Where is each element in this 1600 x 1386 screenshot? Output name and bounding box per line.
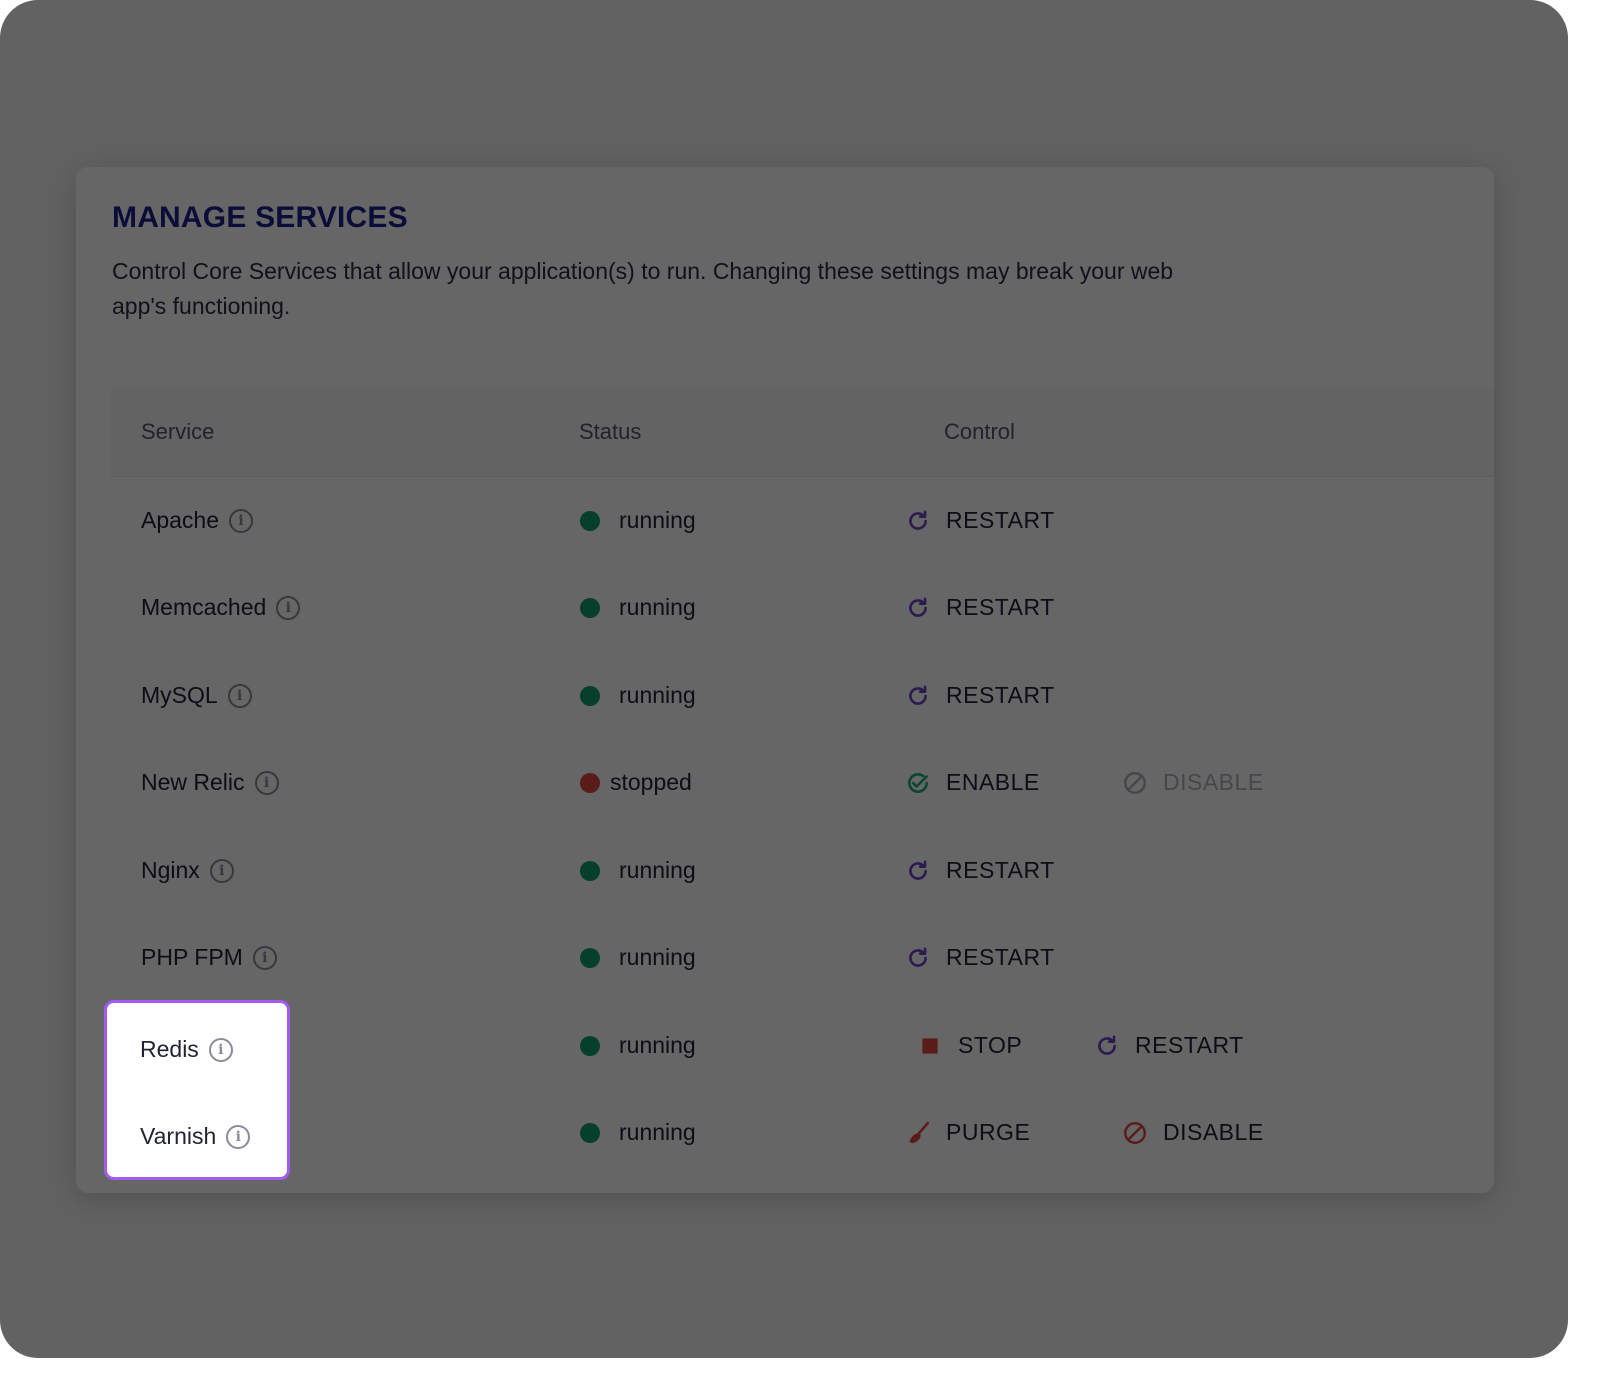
status-dot [580,685,600,706]
check-circle-icon [905,770,931,796]
table-row: New Relic i stopped ENABLE DISABLE [111,739,1494,826]
page-title: MANAGE SERVICES [112,201,408,234]
screen-frame: MANAGE SERVICES Control Core Services th… [0,0,1568,1358]
restart-label: RESTART [946,682,1055,708]
restart-label: RESTART [946,594,1055,620]
status-cell: running [580,682,696,709]
info-icon[interactable]: i [229,508,254,533]
service-name-label: Varnish [140,1123,217,1149]
page-subtitle: Control Core Services that allow your ap… [112,258,1174,319]
service-name-label: New Relic [141,769,245,795]
service-name-label: PHP FPM [141,944,243,970]
table-row: Memcached i running RESTART [111,564,1494,651]
status-label: running [619,1119,696,1145]
info-icon[interactable]: i [209,858,234,883]
restart-icon [905,858,931,884]
stop-icon [917,1033,943,1059]
restart-icon [905,595,931,621]
column-header-status: Status [579,419,642,444]
broom-icon [905,1120,931,1146]
restart-label: RESTART [1135,1032,1244,1058]
info-icon[interactable]: i [227,683,252,708]
restart-label: RESTART [946,857,1055,883]
service-name-label: Memcached [141,594,267,620]
status-label: running [619,507,696,533]
restart-button[interactable]: RESTART [905,857,1055,884]
stop-label: STOP [958,1032,1023,1058]
status-label: running [619,857,696,883]
restart-label: RESTART [946,507,1055,533]
service-name: Apache i [141,507,254,534]
table-header: Service Status Control [111,388,1494,477]
status-dot [580,1035,600,1056]
status-label: running [619,1032,696,1058]
info-icon[interactable]: i [254,770,279,795]
status-label: stopped [610,769,692,795]
status-label: running [619,682,696,708]
table-row: Varnish i running PURGE D [111,1089,1494,1176]
info-icon[interactable]: i [276,595,301,620]
disable-button[interactable]: DISABLE [1122,769,1264,796]
status-cell: stopped [580,769,692,796]
enable-button[interactable]: ENABLE [905,769,1040,796]
info-icon[interactable]: i [252,945,277,970]
enable-label: ENABLE [946,769,1040,795]
status-dot [580,860,600,881]
service-name: PHP FPM i [141,944,277,971]
status-cell: running [580,507,696,534]
disable-icon [1122,1120,1148,1146]
status-cell: running [580,944,696,971]
status-cell: running [580,594,696,621]
service-name: Nginx i [141,857,234,884]
service-name-redis[interactable]: Redis i [140,1036,233,1063]
status-cell: running [580,1032,696,1059]
purge-button[interactable]: PURGE [905,1119,1030,1146]
status-dot [580,947,600,968]
service-name: New Relic i [141,769,279,796]
service-name-label: MySQL [141,682,218,708]
restart-button[interactable]: RESTART [905,944,1055,971]
stop-button[interactable]: STOP [917,1032,1022,1059]
service-name-label: Redis [140,1036,199,1062]
status-label: running [619,594,696,620]
info-icon[interactable]: i [226,1124,251,1149]
status-cell: running [580,1119,696,1146]
table-row: MySQL i running RESTART [111,652,1494,739]
service-name-varnish[interactable]: Varnish i [140,1123,251,1150]
restart-icon [905,945,931,971]
status-dot [580,597,600,618]
status-dot [580,772,600,793]
table-row: Nginx i running RESTART [111,827,1494,914]
restart-label: RESTART [946,944,1055,970]
table-row: PHP FPM i running RESTART [111,914,1494,1001]
restart-button[interactable]: RESTART [905,594,1055,621]
status-dot [580,1122,600,1143]
service-name: MySQL i [141,682,252,709]
table-row: Apache i running RESTART [111,477,1494,564]
purge-label: PURGE [946,1119,1031,1145]
disable-button[interactable]: DISABLE [1122,1119,1264,1146]
spotlight-highlight: Redis i Varnish i [104,1000,290,1180]
restart-button[interactable]: RESTART [905,507,1055,534]
disable-label: DISABLE [1163,769,1264,795]
service-name-label: Apache [141,507,220,533]
restart-icon [905,683,931,709]
restart-icon [1094,1033,1120,1059]
disable-icon [1122,770,1148,796]
disable-label: DISABLE [1163,1119,1264,1145]
info-icon[interactable]: i [208,1037,233,1062]
status-label: running [619,944,696,970]
service-name: Memcached i [141,594,301,621]
status-cell: running [580,857,696,884]
status-dot [580,510,600,531]
column-header-service: Service [141,419,215,444]
services-table: Service Status Control Apache i running [111,388,1494,1193]
table-row: Redis i running STOP REST [111,1002,1494,1089]
restart-button[interactable]: RESTART [1094,1032,1244,1059]
service-name-label: Nginx [141,857,200,883]
restart-button[interactable]: RESTART [905,682,1055,709]
restart-icon [905,508,931,534]
column-header-control: Control [944,419,1015,444]
